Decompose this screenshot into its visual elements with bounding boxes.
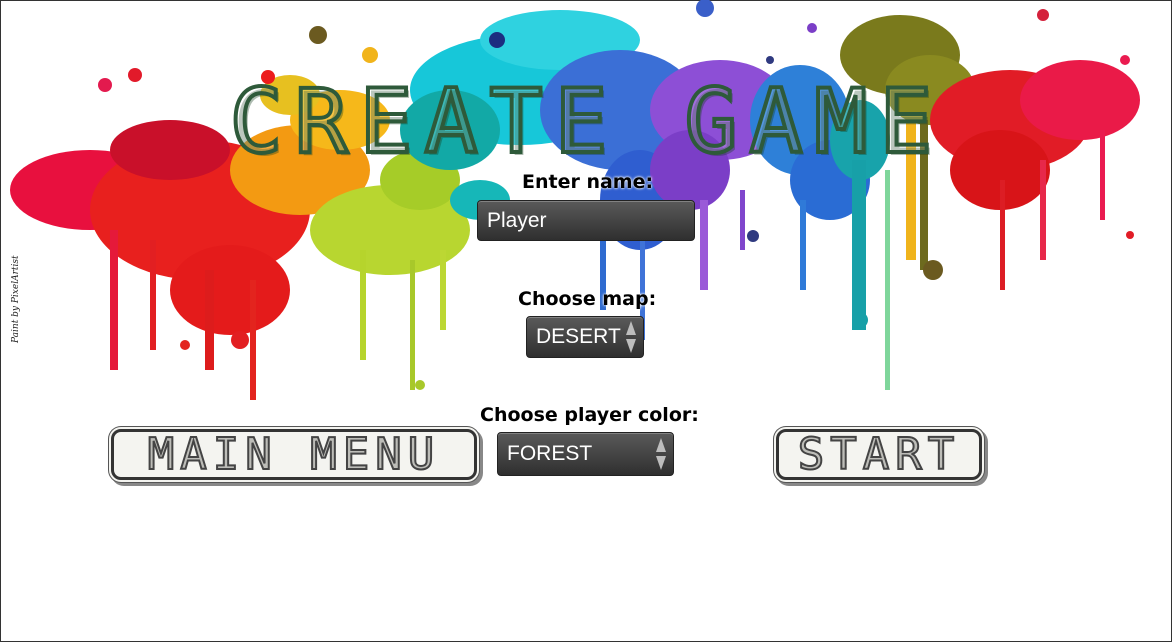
map-label: Choose map: bbox=[518, 288, 657, 310]
artist-credit: Paint by PixelArtist bbox=[11, 255, 21, 343]
up-down-arrows-icon bbox=[626, 321, 636, 353]
page-title: CREATE GAME bbox=[228, 70, 945, 173]
name-input[interactable]: Player bbox=[477, 200, 695, 241]
start-button[interactable]: START bbox=[776, 429, 982, 480]
map-select[interactable]: DESERT bbox=[526, 316, 644, 358]
name-label: Enter name: bbox=[522, 171, 654, 193]
up-down-arrows-icon bbox=[656, 438, 666, 470]
color-select-value: FOREST bbox=[507, 442, 593, 465]
color-select[interactable]: FOREST bbox=[497, 432, 674, 476]
map-select-value: DESERT bbox=[536, 325, 621, 348]
color-label: Choose player color: bbox=[480, 404, 699, 426]
main-menu-button[interactable]: MAIN MENU bbox=[111, 429, 477, 480]
name-input-value: Player bbox=[487, 208, 547, 232]
